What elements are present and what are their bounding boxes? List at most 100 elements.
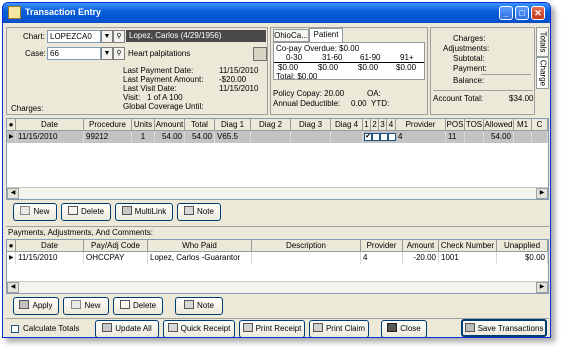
charges-header-procedure[interactable]: Procedure bbox=[84, 119, 132, 131]
charge-c[interactable] bbox=[532, 131, 548, 143]
charge-provider[interactable]: 4 bbox=[396, 131, 446, 143]
diag-pointer-4-checkbox[interactable] bbox=[388, 133, 396, 141]
charge-diag4[interactable] bbox=[331, 131, 363, 143]
table-row[interactable]: ▶ 11/15/2010 99212 1 54.00 54.00 V65.5 ✔… bbox=[7, 131, 548, 143]
charge-diag2[interactable] bbox=[251, 131, 291, 143]
charge-pos[interactable]: 11 bbox=[446, 131, 465, 143]
save-transactions-button[interactable]: Save Transactions bbox=[461, 319, 547, 337]
charge-units[interactable]: 1 bbox=[132, 131, 155, 143]
table-row[interactable]: ▶ 11/15/2010 OHCCPAY Lopez, Carlos -Guar… bbox=[7, 252, 548, 264]
charges-header-units[interactable]: Units bbox=[132, 119, 155, 131]
payments-header-who-paid[interactable]: Who Paid bbox=[148, 240, 252, 252]
print-receipt-button[interactable]: Print Receipt bbox=[239, 320, 305, 337]
charges-grid[interactable]: ● Date Procedure Units Amount Total Diag… bbox=[6, 118, 549, 200]
maximize-button[interactable]: □ bbox=[515, 6, 529, 20]
charges-header-provider[interactable]: Provider bbox=[396, 119, 446, 131]
charges-header-tos[interactable]: TOS bbox=[465, 119, 484, 131]
scroll-left-icon[interactable]: ◀ bbox=[7, 282, 19, 293]
charge-diag3[interactable] bbox=[291, 131, 331, 143]
quick-receipt-label: Quick Receipt bbox=[180, 324, 231, 333]
charges-header-diag2[interactable]: Diag 2 bbox=[251, 119, 291, 131]
payments-header-description[interactable]: Description bbox=[252, 240, 361, 252]
quick-receipt-button[interactable]: Quick Receipt bbox=[163, 320, 235, 337]
update-all-button[interactable]: Update All bbox=[95, 320, 159, 337]
chart-dropdown-button[interactable]: ▼ bbox=[101, 30, 113, 43]
charges-header-allowed[interactable]: Allowed bbox=[484, 119, 514, 131]
payment-code[interactable]: OHCCPAY bbox=[84, 252, 148, 264]
charges-header-ptr3[interactable]: 3 bbox=[379, 119, 387, 131]
scroll-right-icon[interactable]: ▶ bbox=[536, 188, 548, 199]
payments-grid[interactable]: ● Date Pay/Adj Code Who Paid Description… bbox=[6, 239, 549, 294]
tab-totals[interactable]: Totals bbox=[536, 27, 549, 57]
charges-header-ptr4[interactable]: 4 bbox=[387, 119, 396, 131]
payment-description[interactable] bbox=[252, 252, 361, 264]
case-field[interactable]: 66 bbox=[47, 47, 101, 60]
charge-new-button[interactable]: New bbox=[13, 203, 57, 221]
payment-delete-button[interactable]: Delete bbox=[113, 297, 163, 315]
payment-who-paid[interactable]: Lopez, Carlos -Guarantor bbox=[148, 252, 252, 264]
charges-header-indicator: ● bbox=[7, 119, 16, 131]
diag-pointer-3-checkbox[interactable] bbox=[380, 133, 388, 141]
charges-header-total[interactable]: Total bbox=[185, 119, 215, 131]
scroll-left-icon[interactable]: ◀ bbox=[7, 188, 19, 199]
payment-new-button[interactable]: New bbox=[63, 297, 109, 315]
close-button[interactable]: Close bbox=[381, 320, 427, 337]
payments-horizontal-scrollbar[interactable]: ◀ ▶ bbox=[7, 281, 548, 293]
charges-header-ptr2[interactable]: 2 bbox=[371, 119, 379, 131]
payment-note-button[interactable]: Note bbox=[175, 297, 223, 315]
last-payment-date: 11/15/2010 bbox=[219, 66, 259, 75]
aging-value-31-60: $0.00 bbox=[318, 63, 339, 72]
charges-header-c[interactable]: C bbox=[532, 119, 548, 131]
charges-header-m1[interactable]: M1 bbox=[514, 119, 532, 131]
tab-insurance[interactable]: OhioCa... bbox=[273, 29, 309, 42]
case-edit-icon[interactable] bbox=[253, 47, 267, 61]
payment-amount[interactable]: -20.00 bbox=[403, 252, 439, 264]
charge-delete-button[interactable]: Delete bbox=[61, 203, 111, 221]
totals-panel: Charges: Adjustments: Subtotal: Payment:… bbox=[430, 27, 535, 115]
multilink-button[interactable]: MultiLink bbox=[115, 203, 173, 221]
charges-header-diag3[interactable]: Diag 3 bbox=[291, 119, 331, 131]
payment-provider[interactable]: 4 bbox=[361, 252, 403, 264]
last-payment-amount: -$20.00 bbox=[219, 75, 247, 84]
payments-header-unapplied[interactable]: Unapplied bbox=[497, 240, 548, 252]
charge-m1[interactable] bbox=[514, 131, 532, 143]
print-claim-button[interactable]: Print Claim bbox=[309, 320, 369, 337]
charges-header-ptr1[interactable]: 1 bbox=[363, 119, 371, 131]
tab-charge[interactable]: Charge bbox=[536, 57, 549, 89]
payment-date[interactable]: 11/15/2010 bbox=[16, 252, 84, 264]
charges-header-pos[interactable]: POS bbox=[446, 119, 465, 131]
chart-search-icon[interactable]: ⚲ bbox=[113, 30, 125, 43]
scroll-right-icon[interactable]: ▶ bbox=[536, 282, 548, 293]
charges-header-amount[interactable]: Amount bbox=[155, 119, 185, 131]
payments-header-code[interactable]: Pay/Adj Code bbox=[84, 240, 148, 252]
diag-pointer-1-checkbox[interactable]: ✔ bbox=[364, 133, 372, 141]
charges-header-diag4[interactable]: Diag 4 bbox=[331, 119, 363, 131]
close-window-button[interactable]: ✕ bbox=[531, 6, 545, 20]
charge-allowed[interactable]: 54.00 bbox=[484, 131, 514, 143]
payment-check-number[interactable]: 1001 bbox=[439, 252, 497, 264]
payments-header-provider[interactable]: Provider bbox=[361, 240, 403, 252]
charge-date[interactable]: 11/15/2010 bbox=[16, 131, 84, 143]
charges-horizontal-scrollbar[interactable]: ◀ ▶ bbox=[7, 187, 548, 199]
tab-patient[interactable]: Patient bbox=[309, 28, 343, 42]
charge-note-button[interactable]: Note bbox=[177, 203, 221, 221]
charge-amount[interactable]: 54.00 bbox=[155, 131, 185, 143]
totals-charges-label: Charges: bbox=[453, 34, 486, 43]
chart-field[interactable]: LOPEZCA0 bbox=[47, 30, 101, 43]
charge-procedure[interactable]: 99212 bbox=[84, 131, 132, 143]
charge-tos[interactable] bbox=[465, 131, 484, 143]
title-bar[interactable]: Transaction Entry _ □ ✕ bbox=[3, 3, 550, 23]
charges-header-diag1[interactable]: Diag 1 bbox=[215, 119, 251, 131]
payments-header-date[interactable]: Date bbox=[16, 240, 84, 252]
payments-header-check-number[interactable]: Check Number bbox=[439, 240, 497, 252]
charge-diag1[interactable]: V65.5 bbox=[215, 131, 251, 143]
diag-pointer-2-checkbox[interactable] bbox=[372, 133, 380, 141]
minimize-button[interactable]: _ bbox=[499, 6, 513, 20]
case-search-icon[interactable]: ⚲ bbox=[113, 47, 125, 60]
payments-header-amount[interactable]: Amount bbox=[403, 240, 439, 252]
calculate-totals-checkbox[interactable] bbox=[11, 325, 19, 333]
apply-button[interactable]: Apply bbox=[13, 297, 59, 315]
case-dropdown-button[interactable]: ▼ bbox=[101, 47, 113, 60]
charges-header-date[interactable]: Date bbox=[16, 119, 84, 131]
multilink-label: MultiLink bbox=[134, 207, 167, 216]
